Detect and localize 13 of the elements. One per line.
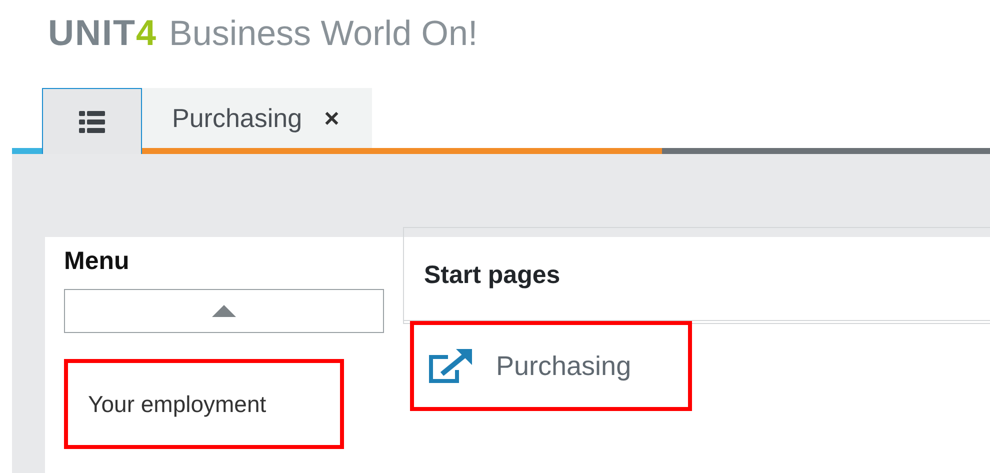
- list-icon: [79, 110, 105, 134]
- scroll-up-button[interactable]: [64, 289, 384, 333]
- product-name: Business World On!: [169, 13, 478, 55]
- start-pages-header: Start pages: [403, 227, 990, 324]
- start-page-link[interactable]: Purchasing: [410, 321, 692, 411]
- logo: UNIT4: [48, 12, 158, 54]
- tab[interactable]: Purchasing ×: [142, 88, 372, 148]
- external-link-icon: [428, 348, 474, 384]
- up-arrow-icon: [212, 305, 236, 317]
- menu-title: Menu: [64, 246, 130, 277]
- menu-item[interactable]: Your employment: [64, 359, 344, 449]
- tab[interactable]: [42, 88, 142, 154]
- close-icon[interactable]: ×: [324, 98, 340, 138]
